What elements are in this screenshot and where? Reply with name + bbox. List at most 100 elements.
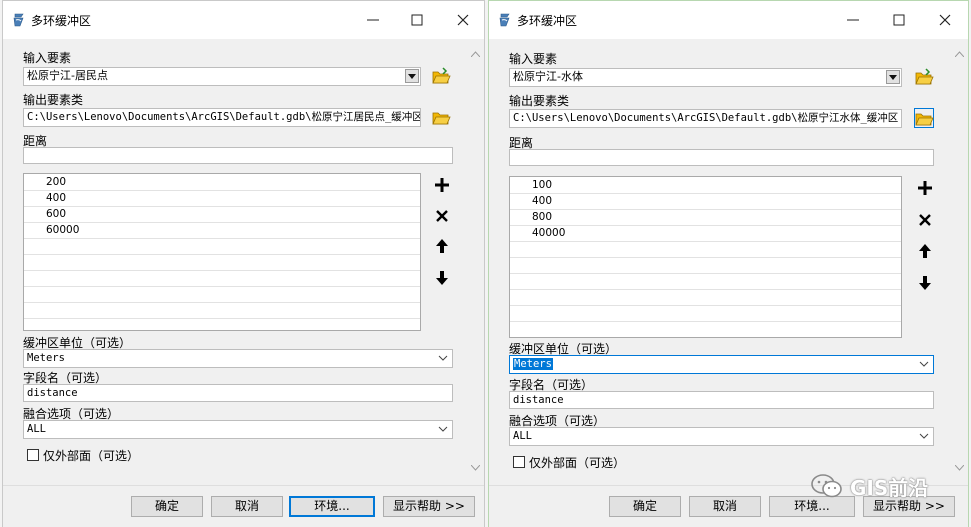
buffer-unit-value: Meters	[513, 358, 553, 370]
chevron-down-icon[interactable]	[955, 465, 964, 471]
list-item[interactable]: 200	[24, 175, 420, 191]
add-icon[interactable]	[915, 178, 935, 198]
wechat-icon	[811, 474, 842, 498]
combo-dropdown-button[interactable]	[405, 69, 419, 83]
move-up-icon[interactable]	[432, 236, 452, 256]
cancel-button[interactable]: 取消	[689, 496, 761, 517]
list-item[interactable]: 800	[510, 210, 901, 226]
cancel-button[interactable]: 取消	[211, 496, 283, 517]
buffer-unit-select[interactable]: Meters	[509, 355, 934, 374]
output-class-input[interactable]: C:\Users\Lenovo\Documents\ArcGIS\Default…	[509, 109, 902, 128]
minimize-icon	[847, 19, 859, 21]
buffer-unit-select[interactable]: Meters	[23, 349, 453, 368]
field-name-input[interactable]: distance	[509, 391, 934, 409]
list-item-empty[interactable]	[510, 306, 901, 322]
distance-list[interactable]: 200 400 600 60000	[23, 173, 421, 331]
list-item-empty[interactable]	[510, 242, 901, 258]
outside-only-checkbox[interactable]	[27, 449, 39, 461]
list-item[interactable]: 100	[510, 178, 901, 194]
maximize-button[interactable]	[885, 8, 913, 32]
distance-input[interactable]	[509, 149, 934, 166]
vertical-scrollbar[interactable]	[467, 39, 484, 485]
title-bar[interactable]: 多环缓冲区	[489, 1, 968, 39]
move-down-icon[interactable]	[915, 273, 935, 293]
triangle-down-icon	[889, 75, 897, 80]
toolbox-script-icon	[13, 13, 24, 27]
add-icon[interactable]	[432, 175, 452, 195]
list-item-empty[interactable]	[510, 258, 901, 274]
list-item-empty[interactable]	[24, 271, 420, 287]
chevron-up-icon[interactable]	[471, 51, 480, 57]
list-item-empty[interactable]	[24, 255, 420, 271]
delete-icon[interactable]	[915, 210, 935, 230]
chevron-down-icon	[919, 433, 929, 439]
input-features-value: 松原宁江-居民点	[27, 69, 108, 82]
delete-icon[interactable]	[432, 206, 452, 226]
watermark: GIS前沿	[810, 472, 928, 500]
output-class-input[interactable]: C:\Users\Lenovo\Documents\ArcGIS\Default…	[23, 108, 421, 127]
close-button[interactable]	[931, 8, 959, 32]
chevron-down-icon	[438, 426, 448, 432]
output-class-label: 输出要素类	[509, 94, 570, 108]
list-item-empty[interactable]	[24, 303, 420, 319]
open-folder-icon[interactable]	[914, 67, 934, 87]
minimize-button[interactable]	[839, 8, 867, 32]
dissolve-option-value: ALL	[513, 430, 532, 442]
output-class-label: 输出要素类	[23, 93, 84, 107]
list-item[interactable]: 400	[510, 194, 901, 210]
outside-only-label: 仅外部面（可选）	[43, 449, 140, 463]
input-features-combo[interactable]: 松原宁江-居民点	[23, 67, 421, 86]
dissolve-option-select[interactable]: ALL	[509, 427, 934, 446]
list-item-empty[interactable]	[510, 290, 901, 306]
distance-input[interactable]	[23, 147, 453, 164]
chevron-down-icon	[919, 361, 929, 367]
input-features-label: 输入要素	[23, 51, 72, 65]
maximize-icon	[893, 14, 905, 26]
close-icon	[939, 14, 951, 26]
triangle-down-icon	[408, 74, 416, 79]
close-button[interactable]	[449, 8, 477, 32]
minimize-icon	[367, 19, 379, 21]
input-features-label: 输入要素	[509, 52, 558, 66]
outside-only-label: 仅外部面（可选）	[529, 456, 626, 470]
move-down-icon[interactable]	[432, 268, 452, 288]
buffer-unit-value: Meters	[27, 352, 65, 364]
chevron-up-icon[interactable]	[955, 51, 964, 57]
window-title: 多环缓冲区	[517, 14, 578, 28]
open-folder-icon[interactable]	[431, 107, 451, 127]
list-item-empty[interactable]	[24, 239, 420, 255]
dialog-window-right: 多环缓冲区 输入要素 松原宁江-水体 输出要素类 C:\Users\Lenovo…	[488, 0, 969, 527]
input-features-combo[interactable]: 松原宁江-水体	[509, 68, 902, 87]
move-up-icon[interactable]	[915, 241, 935, 261]
vertical-scrollbar[interactable]	[951, 39, 968, 485]
list-item[interactable]: 400	[24, 191, 420, 207]
watermark-text: GIS前沿	[850, 475, 929, 500]
distance-list[interactable]: 100 400 800 40000	[509, 176, 902, 338]
minimize-button[interactable]	[359, 8, 387, 32]
title-bar[interactable]: 多环缓冲区	[3, 1, 484, 39]
list-item[interactable]: 60000	[24, 223, 420, 239]
maximize-button[interactable]	[403, 8, 431, 32]
dialog-content: 输入要素 松原宁江-居民点 输出要素类 C:\Users\Lenovo\Docu…	[3, 39, 484, 485]
outside-only-checkbox[interactable]	[513, 456, 525, 468]
dialog-footer: 确定 取消 环境... 显示帮助 >>	[3, 485, 484, 527]
maximize-icon	[411, 14, 423, 26]
open-folder-icon[interactable]	[914, 108, 934, 128]
show-help-button[interactable]: 显示帮助 >>	[383, 496, 475, 517]
close-icon	[457, 14, 469, 26]
dialog-window-left: 多环缓冲区 输入要素 松原宁江-居民点 输出要素类 C:\Users\Lenov…	[2, 0, 485, 527]
open-folder-icon[interactable]	[431, 66, 451, 86]
list-item-empty[interactable]	[24, 287, 420, 303]
window-title: 多环缓冲区	[31, 14, 92, 28]
dissolve-option-value: ALL	[27, 423, 46, 435]
field-name-input[interactable]: distance	[23, 384, 453, 402]
list-item[interactable]: 600	[24, 207, 420, 223]
ok-button[interactable]: 确定	[609, 496, 681, 517]
list-item-empty[interactable]	[510, 274, 901, 290]
list-item[interactable]: 40000	[510, 226, 901, 242]
chevron-down-icon[interactable]	[471, 465, 480, 471]
combo-dropdown-button[interactable]	[886, 70, 900, 84]
environments-button[interactable]: 环境...	[289, 496, 375, 517]
dissolve-option-select[interactable]: ALL	[23, 420, 453, 439]
ok-button[interactable]: 确定	[131, 496, 203, 517]
